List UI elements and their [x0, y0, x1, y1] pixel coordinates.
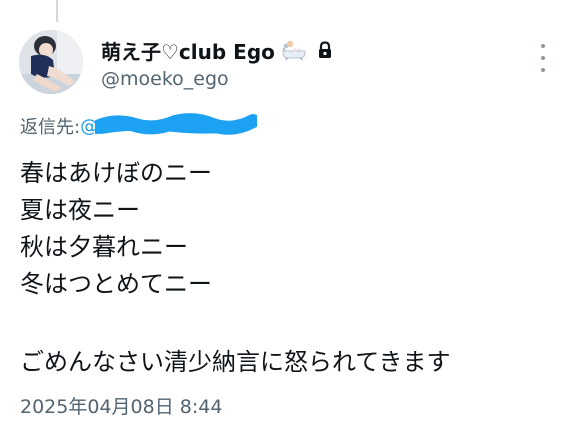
more-options-button[interactable] — [536, 44, 550, 72]
reply-prefix: 返信先: — [20, 117, 81, 138]
name-row: 萌え子♡club Ego — [101, 36, 516, 64]
tweet-header: 萌え子♡club Ego @moeko_ego — [101, 36, 516, 90]
tweet-body: 春はあけぼのニー 夏は夜ニー 秋は夕暮れニー 冬はつとめてニー ごめんなさい清少… — [20, 155, 560, 381]
redaction-mark — [95, 113, 257, 135]
lock-icon — [317, 41, 333, 59]
bathtub-icon — [281, 40, 307, 61]
tweet-line: 冬はつとめてニー — [20, 270, 212, 298]
display-name[interactable]: 萌え子♡club Ego — [101, 36, 275, 65]
reply-thread-line — [56, 0, 58, 22]
tweet-line: ごめんなさい清少納言に怒られてきます — [20, 348, 451, 376]
user-handle[interactable]: @moeko_ego — [101, 68, 516, 90]
tweet-line: 秋は夕暮れニー — [20, 233, 188, 261]
tweet-line: 夏は夜ニー — [20, 196, 140, 224]
reply-to-line: 返信先: @ — [20, 112, 98, 140]
tweet-timestamp[interactable]: 2025年04月08日 8:44 — [20, 392, 222, 419]
avatar[interactable] — [19, 30, 83, 94]
avatar-image — [19, 30, 83, 94]
tweet-line: 春はあけぼのニー — [20, 159, 212, 187]
more-options-icon — [541, 68, 545, 72]
more-options-icon — [541, 56, 545, 60]
more-options-icon — [541, 44, 545, 48]
